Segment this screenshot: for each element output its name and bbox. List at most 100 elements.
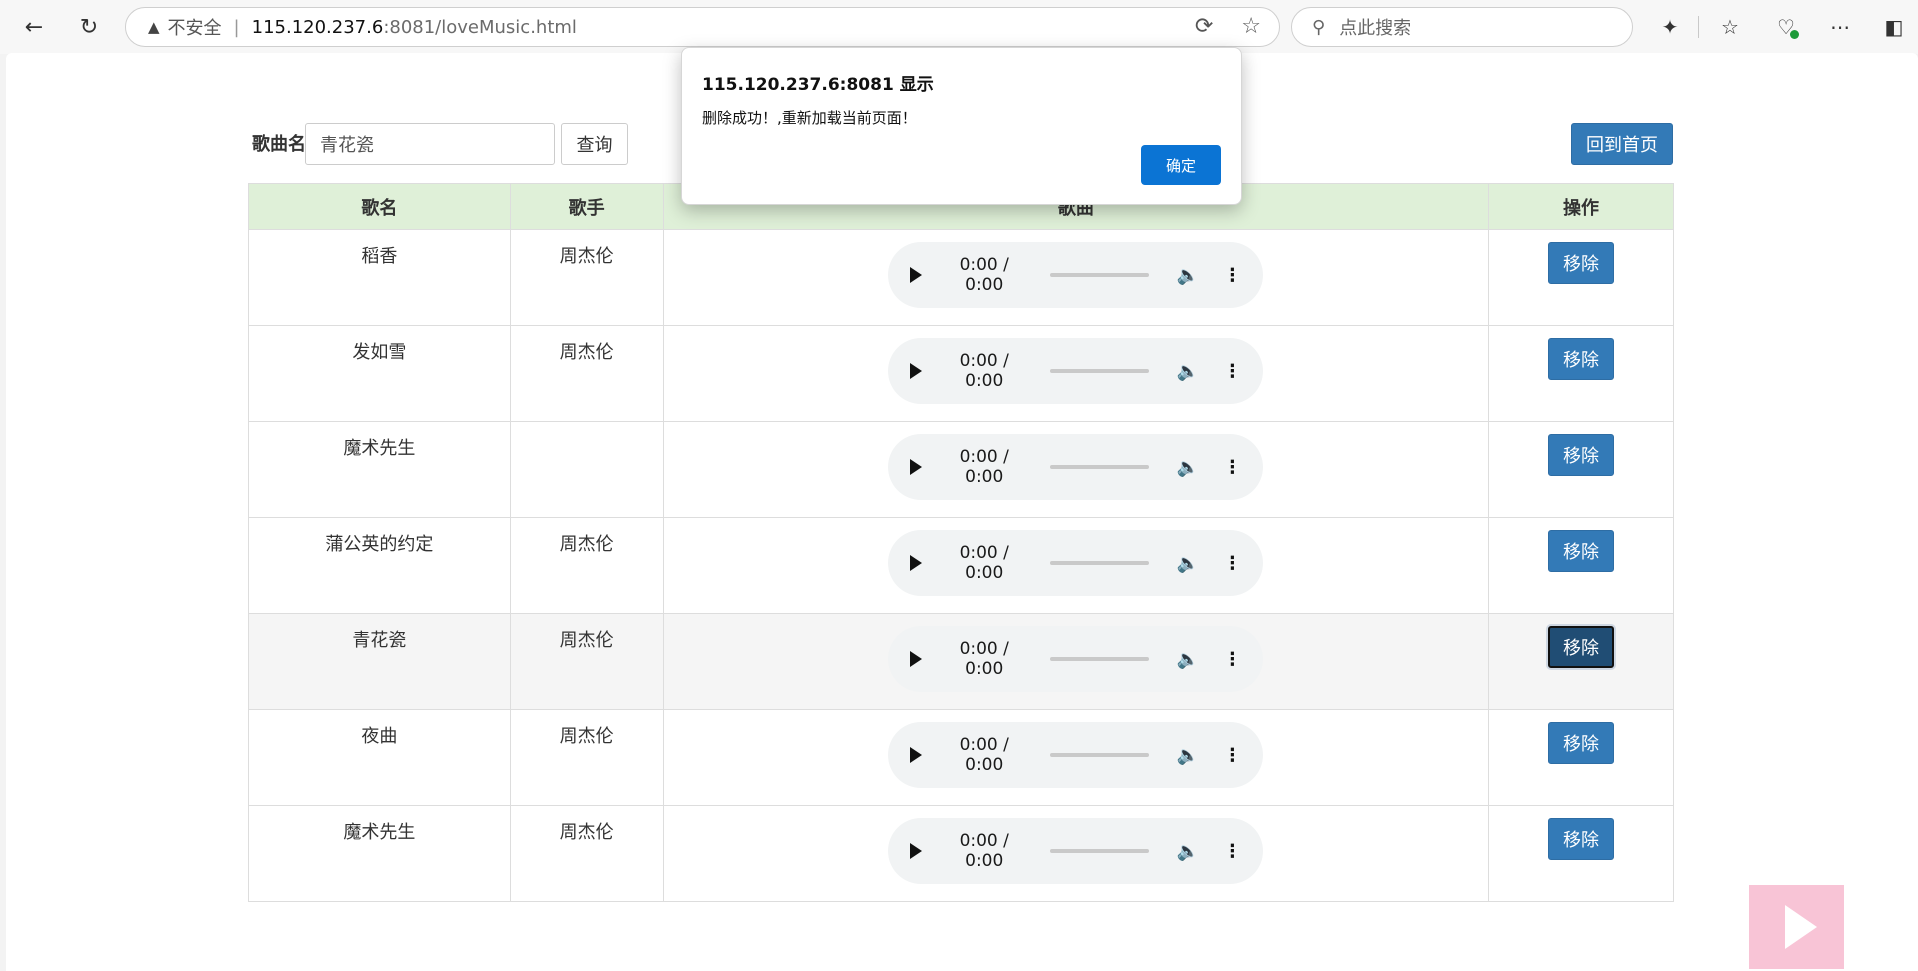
floating-play-button[interactable] xyxy=(1749,885,1844,969)
browser-health-icon[interactable]: ♡ xyxy=(1770,11,1802,43)
audio-player[interactable]: 0:00 / 0:00 🔈 ⋮ xyxy=(888,530,1264,596)
progress-slider[interactable] xyxy=(1050,465,1149,469)
volume-icon[interactable]: 🔈 xyxy=(1177,649,1199,670)
remove-button[interactable]: 移除 xyxy=(1548,818,1615,860)
more-vertical-icon[interactable]: ⋮ xyxy=(1223,457,1241,478)
volume-icon[interactable]: 🔈 xyxy=(1177,265,1199,286)
singer-cell: 周杰伦 xyxy=(509,517,664,614)
back-home-button[interactable]: 回到首页 xyxy=(1571,123,1673,165)
audio-cell: 0:00 / 0:00 🔈 ⋮ xyxy=(662,229,1490,326)
song-name-cell: 发如雪 xyxy=(248,325,511,422)
singer-cell: 周杰伦 xyxy=(509,805,664,902)
play-icon xyxy=(1784,905,1817,949)
browser-search-placeholder: 点此搜索 xyxy=(1339,18,1412,39)
singer-cell: 周杰伦 xyxy=(509,709,664,806)
insecure-label: 不安全 xyxy=(167,18,222,39)
table-row: 青花瓷 周杰伦 0:00 / 0:00 🔈 ⋮ 移除 xyxy=(248,613,1674,710)
table-row: 稻香 周杰伦 0:00 / 0:00 🔈 ⋮ 移除 xyxy=(248,229,1674,326)
table-row: 魔术先生 0:00 / 0:00 🔈 ⋮ 移除 xyxy=(248,421,1674,518)
volume-icon[interactable]: 🔈 xyxy=(1177,745,1199,766)
singer-cell: 周杰伦 xyxy=(509,229,664,326)
extensions-icon[interactable]: ✦ xyxy=(1654,11,1686,43)
address-bar[interactable]: ▲ 不安全 | 115.120.237.6:8081/loveMusic.htm… xyxy=(125,7,1280,47)
audio-player[interactable]: 0:00 / 0:00 🔈 ⋮ xyxy=(888,338,1264,404)
table-row: 蒲公英的约定 周杰伦 0:00 / 0:00 🔈 ⋮ 移除 xyxy=(248,517,1674,614)
toolbar-separator xyxy=(1698,16,1699,38)
favorite-star-icon[interactable]: ☆ xyxy=(1241,14,1261,39)
song-name-cell: 青花瓷 xyxy=(248,613,511,710)
play-icon[interactable] xyxy=(910,555,923,571)
progress-slider[interactable] xyxy=(1050,849,1149,853)
song-name-cell: 稻香 xyxy=(248,229,511,326)
audio-cell: 0:00 / 0:00 🔈 ⋮ xyxy=(662,709,1490,806)
progress-slider[interactable] xyxy=(1050,561,1149,565)
audio-time: 0:00 / 0:00 xyxy=(959,639,1009,679)
singer-cell: 周杰伦 xyxy=(509,325,664,422)
play-icon[interactable] xyxy=(910,651,923,667)
volume-icon[interactable]: 🔈 xyxy=(1177,841,1199,862)
table-row: 夜曲 周杰伦 0:00 / 0:00 🔈 ⋮ 移除 xyxy=(248,709,1674,806)
progress-slider[interactable] xyxy=(1050,273,1149,277)
song-search-input[interactable] xyxy=(305,123,555,165)
music-table: 歌名 歌手 歌曲 操作 稻香 周杰伦 0:00 / 0:00 🔈 ⋮ 移除 发如… xyxy=(248,183,1674,902)
back-arrow-icon[interactable]: ← xyxy=(18,11,50,43)
audio-time: 0:00 / 0:00 xyxy=(959,447,1009,487)
audio-cell: 0:00 / 0:00 🔈 ⋮ xyxy=(662,421,1490,518)
audio-player[interactable]: 0:00 / 0:00 🔈 ⋮ xyxy=(888,722,1264,788)
dialog-title: 115.120.237.6:8081 显示 xyxy=(702,75,934,95)
translate-icon[interactable]: ⟳ xyxy=(1195,14,1213,39)
play-icon[interactable] xyxy=(910,747,923,763)
operation-cell: 移除 xyxy=(1488,421,1674,518)
progress-slider[interactable] xyxy=(1050,369,1149,373)
more-vertical-icon[interactable]: ⋮ xyxy=(1223,649,1241,670)
more-vertical-icon[interactable]: ⋮ xyxy=(1223,265,1241,286)
sidebar-toggle-icon[interactable]: ◧ xyxy=(1878,11,1910,43)
play-icon[interactable] xyxy=(910,267,923,283)
volume-icon[interactable]: 🔈 xyxy=(1177,553,1199,574)
table-row: 魔术先生 周杰伦 0:00 / 0:00 🔈 ⋮ 移除 xyxy=(248,805,1674,902)
operation-cell: 移除 xyxy=(1488,805,1674,902)
volume-icon[interactable]: 🔈 xyxy=(1177,457,1199,478)
volume-icon[interactable]: 🔈 xyxy=(1177,361,1199,382)
song-name-label: 歌曲名 xyxy=(252,134,306,155)
remove-button[interactable]: 移除 xyxy=(1548,722,1615,764)
alert-dialog: 115.120.237.6:8081 显示 删除成功！,重新加载当前页面！ 确定 xyxy=(681,47,1242,205)
audio-player[interactable]: 0:00 / 0:00 🔈 ⋮ xyxy=(888,242,1264,308)
audio-time: 0:00 / 0:00 xyxy=(959,351,1009,391)
remove-button[interactable]: 移除 xyxy=(1548,530,1615,572)
more-options-icon[interactable]: ⋯ xyxy=(1824,11,1856,43)
audio-cell: 0:00 / 0:00 🔈 ⋮ xyxy=(662,805,1490,902)
more-vertical-icon[interactable]: ⋮ xyxy=(1223,553,1241,574)
audio-time: 0:00 / 0:00 xyxy=(959,255,1009,295)
dialog-message: 删除成功！,重新加载当前页面！ xyxy=(702,109,917,127)
audio-player[interactable]: 0:00 / 0:00 🔈 ⋮ xyxy=(888,626,1264,692)
remove-button[interactable]: 移除 xyxy=(1548,338,1615,380)
more-vertical-icon[interactable]: ⋮ xyxy=(1223,361,1241,382)
song-name-cell: 魔术先生 xyxy=(248,805,511,902)
remove-button[interactable]: 移除 xyxy=(1548,626,1615,668)
remove-button[interactable]: 移除 xyxy=(1548,242,1615,284)
progress-slider[interactable] xyxy=(1050,753,1149,757)
refresh-icon[interactable]: ↻ xyxy=(73,11,105,43)
progress-slider[interactable] xyxy=(1050,657,1149,661)
more-vertical-icon[interactable]: ⋮ xyxy=(1223,745,1241,766)
more-vertical-icon[interactable]: ⋮ xyxy=(1223,841,1241,862)
audio-player[interactable]: 0:00 / 0:00 🔈 ⋮ xyxy=(888,434,1264,500)
remove-button[interactable]: 移除 xyxy=(1548,434,1615,476)
audio-time: 0:00 / 0:00 xyxy=(959,735,1009,775)
singer-cell: 周杰伦 xyxy=(509,613,664,710)
browser-toolbar: ← ↻ ▲ 不安全 | 115.120.237.6:8081/loveMusic… xyxy=(0,0,1918,54)
query-button[interactable]: 查询 xyxy=(561,123,628,165)
dialog-ok-button[interactable]: 确定 xyxy=(1141,145,1221,185)
song-name-cell: 魔术先生 xyxy=(248,421,511,518)
header-song-name: 歌名 xyxy=(248,183,511,230)
play-icon[interactable] xyxy=(910,843,923,859)
audio-cell: 0:00 / 0:00 🔈 ⋮ xyxy=(662,325,1490,422)
play-icon[interactable] xyxy=(910,459,923,475)
browser-search-box[interactable]: ⚲ 点此搜索 xyxy=(1291,7,1633,47)
favorites-icon[interactable]: ☆ xyxy=(1714,11,1746,43)
play-icon[interactable] xyxy=(910,363,923,379)
audio-player[interactable]: 0:00 / 0:00 🔈 ⋮ xyxy=(888,818,1264,884)
operation-cell: 移除 xyxy=(1488,517,1674,614)
singer-cell xyxy=(509,421,664,518)
